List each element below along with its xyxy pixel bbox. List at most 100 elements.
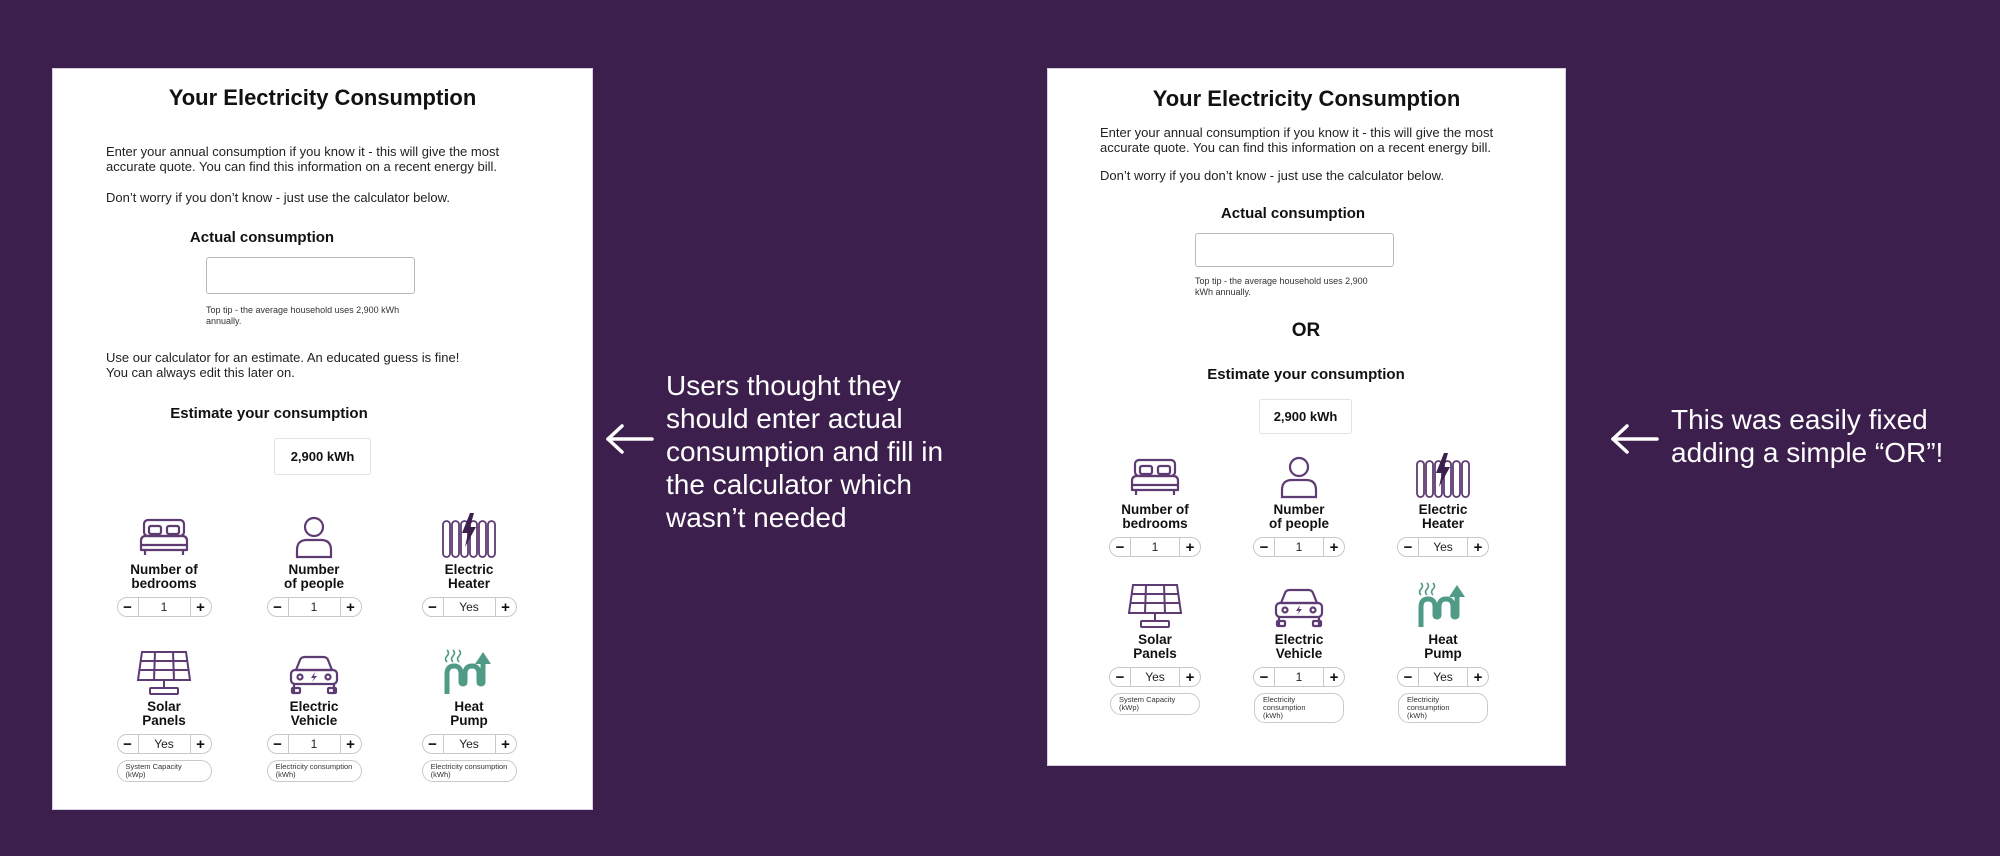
detail-input[interactable]: System Capacity (kWp) (116, 760, 212, 782)
item-label: Heat Pump (1424, 632, 1462, 661)
electric-heater-icon (1378, 449, 1508, 499)
form-panel-after: Your Electricity Consumption Enter your … (1047, 68, 1566, 766)
calculator-item: Electric Heater − Yes + (1378, 449, 1508, 557)
estimate-label: Estimate your consumption (170, 405, 368, 422)
calculator-item: Electric Vehicle −1 + Electricity consumpti… (1234, 579, 1364, 723)
stepper-value[interactable]: 1 (1130, 538, 1180, 556)
minus-button[interactable]: − (1254, 668, 1274, 686)
calculator-item: Number of bedrooms −1 + (1090, 449, 1220, 557)
item-label: Electric Heater (1418, 502, 1468, 531)
stepper-value[interactable]: Yes (442, 598, 496, 616)
intro-reassurance: Don’t worry if you don’t know - just use… (1100, 168, 1444, 183)
detail-input[interactable]: Electricity consumption (kWh) (1398, 693, 1488, 723)
minus-button[interactable]: − (118, 598, 138, 616)
page-title: Your Electricity Consumption (1152, 86, 1461, 111)
item-label: Heat Pump (450, 699, 488, 728)
stepper-value[interactable]: 1 (1274, 668, 1324, 686)
calculator-item: Solar Panels − Yes + System Capacity (kWp) (1090, 579, 1220, 715)
solar-panel-icon (99, 646, 229, 696)
calculator-intro: Use our calculator for an estimate. An e… (106, 350, 460, 380)
minus-button[interactable]: − (268, 598, 288, 616)
plus-button[interactable]: + (191, 598, 211, 616)
top-tip: Top tip - the average household uses 2,9… (1195, 276, 1368, 297)
car-icon (249, 646, 379, 696)
minus-button[interactable]: − (423, 598, 443, 616)
minus-button[interactable]: − (268, 735, 288, 753)
quantity-stepper: −1 + (1253, 537, 1345, 557)
detail-input[interactable]: Electricity consumption (kWh) (1254, 693, 1344, 723)
item-label: Solar Panels (142, 699, 186, 728)
quantity-stepper: −1 + (266, 597, 362, 617)
calculator-item: Solar Panels − Yes + System Capacity (kWp) (99, 646, 229, 782)
stepper-value[interactable]: Yes (1130, 668, 1180, 686)
quantity-stepper: −1 + (1109, 537, 1201, 557)
actual-consumption-label: Actual consumption (189, 229, 335, 246)
page-title: Your Electricity Consumption (168, 85, 477, 110)
plus-button[interactable]: + (496, 598, 516, 616)
or-divider: OR (1291, 320, 1321, 341)
plus-button[interactable]: + (496, 735, 516, 753)
minus-button[interactable]: − (1398, 538, 1418, 556)
minus-button[interactable]: − (423, 735, 443, 753)
item-label: Solar Panels (1133, 632, 1177, 661)
form-panel-before: Your Electricity Consumption Enter your … (52, 68, 593, 810)
quantity-stepper: − Yes + (421, 734, 517, 754)
stepper-value[interactable]: Yes (1418, 538, 1468, 556)
item-label: Number of bedrooms (1121, 502, 1189, 531)
solar-panel-icon (1090, 579, 1220, 629)
item-label: Number of people (1269, 502, 1329, 531)
plus-button[interactable]: + (341, 735, 361, 753)
quantity-stepper: − Yes + (116, 734, 212, 754)
plus-button[interactable]: + (191, 735, 211, 753)
intro-text: Enter your annual consumption if you kno… (1100, 125, 1494, 155)
detail-input[interactable]: Electricity consumption (kWh) (266, 760, 362, 782)
estimate-value: 2,900 kWh (274, 438, 371, 475)
actual-consumption-input[interactable] (1195, 233, 1394, 267)
plus-button[interactable]: + (341, 598, 361, 616)
quantity-stepper: − Yes + (1397, 667, 1489, 687)
annotation-solution: This was easily fixed adding a simple “O… (1671, 404, 1944, 468)
minus-button[interactable]: − (1398, 668, 1418, 686)
quantity-stepper: −1 + (1253, 667, 1345, 687)
plus-button[interactable]: + (1180, 538, 1200, 556)
person-icon (249, 509, 379, 559)
minus-button[interactable]: − (1254, 538, 1274, 556)
actual-consumption-input[interactable] (206, 257, 415, 294)
minus-button[interactable]: − (118, 735, 138, 753)
calculator-item: Number of people −1 + (1234, 449, 1364, 557)
item-label: Electric Vehicle (1274, 632, 1324, 661)
item-label: Electric Heater (444, 562, 494, 591)
left-arrow-icon (1611, 424, 1659, 454)
left-arrow-icon (606, 424, 654, 454)
calculator-item: Electric Heater − Yes + (404, 509, 534, 617)
bed-icon (99, 509, 229, 559)
plus-button[interactable]: + (1468, 538, 1488, 556)
bed-icon (1090, 449, 1220, 499)
minus-button[interactable]: − (1110, 538, 1130, 556)
heat-pump-icon (404, 646, 534, 696)
item-label: Electric Vehicle (289, 699, 339, 728)
minus-button[interactable]: − (1110, 668, 1130, 686)
stepper-value[interactable]: Yes (1418, 668, 1468, 686)
item-label: Number of bedrooms (130, 562, 198, 591)
quantity-stepper: − Yes + (421, 597, 517, 617)
stepper-value[interactable]: 1 (287, 735, 341, 753)
estimate-value: 2,900 kWh (1259, 399, 1352, 434)
plus-button[interactable]: + (1324, 538, 1344, 556)
plus-button[interactable]: + (1180, 668, 1200, 686)
quantity-stepper: − Yes + (1397, 537, 1489, 557)
stepper-value[interactable]: 1 (1274, 538, 1324, 556)
stepper-value[interactable]: 1 (137, 598, 191, 616)
stepper-value[interactable]: 1 (287, 598, 341, 616)
calculator-item: Number of bedrooms −1 + (99, 509, 229, 617)
intro-reassurance: Don’t worry if you don’t know - just use… (106, 190, 450, 205)
plus-button[interactable]: + (1468, 668, 1488, 686)
stepper-value[interactable]: Yes (442, 735, 496, 753)
detail-input[interactable]: System Capacity (kWp) (1110, 693, 1200, 715)
detail-input[interactable]: Electricity consumption (kWh) (421, 760, 517, 782)
calculator-item: Heat Pump − Yes + Electricity consumption (k… (404, 646, 534, 782)
calculator-item: Electric Vehicle −1 + Electricity consumpti… (249, 646, 379, 782)
plus-button[interactable]: + (1324, 668, 1344, 686)
stepper-value[interactable]: Yes (137, 735, 191, 753)
actual-consumption-label: Actual consumption (1220, 205, 1366, 222)
